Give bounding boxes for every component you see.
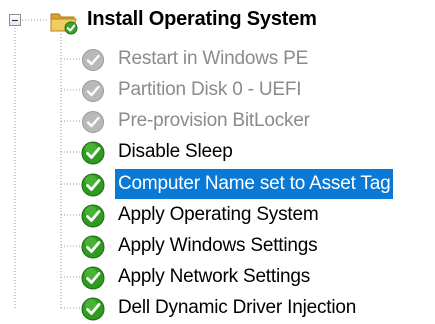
- tree-node-pre-provision-bitlocker[interactable]: Pre-provision BitLocker: [0, 106, 435, 137]
- tree-node-label: Install Operating System: [87, 8, 317, 30]
- folder-check-icon: [50, 13, 78, 35]
- green-check-icon: [81, 266, 105, 290]
- tree-node-computer-name-set-to-asset-tag[interactable]: Computer Name set to Asset Tag: [0, 169, 435, 200]
- green-check-icon: [81, 204, 105, 228]
- tree-node-label: Partition Disk 0 - UEFI: [118, 79, 302, 100]
- tree-node-restart-in-windows-pe[interactable]: Restart in Windows PE: [0, 44, 435, 75]
- gray-check-icon: [82, 49, 104, 71]
- tree-node-disable-sleep[interactable]: Disable Sleep: [0, 137, 435, 168]
- tree-node-label: Apply Operating System: [118, 204, 319, 225]
- tree-node-partition-disk-0-uefi[interactable]: Partition Disk 0 - UEFI: [0, 75, 435, 106]
- green-check-icon: [81, 173, 105, 197]
- tree-node-label: Restart in Windows PE: [118, 48, 309, 69]
- gray-check-icon: [82, 111, 104, 133]
- tree-node-apply-windows-settings[interactable]: Apply Windows Settings: [0, 231, 435, 262]
- collapse-toggle[interactable]: [9, 14, 21, 26]
- tree-node-install-operating-system[interactable]: Install Operating System: [0, 3, 435, 37]
- green-check-icon: [81, 235, 105, 259]
- tree-node-label: Apply Network Settings: [118, 266, 311, 287]
- tree-node-apply-network-settings[interactable]: Apply Network Settings: [0, 262, 435, 293]
- task-sequence-tree: Install Operating System Restart in Wind…: [0, 0, 435, 321]
- gray-check-icon: [82, 80, 104, 102]
- tree-node-label: Apply Windows Settings: [118, 235, 318, 256]
- tree-node-label: Disable Sleep: [118, 141, 233, 162]
- green-check-icon: [81, 297, 105, 321]
- tree-node-label: Dell Dynamic Driver Injection: [118, 297, 357, 318]
- tree-node-label: Computer Name set to Asset Tag: [115, 169, 394, 199]
- tree-node-apply-operating-system[interactable]: Apply Operating System: [0, 200, 435, 231]
- tree-node-label: Pre-provision BitLocker: [118, 110, 310, 131]
- green-check-icon: [81, 141, 105, 165]
